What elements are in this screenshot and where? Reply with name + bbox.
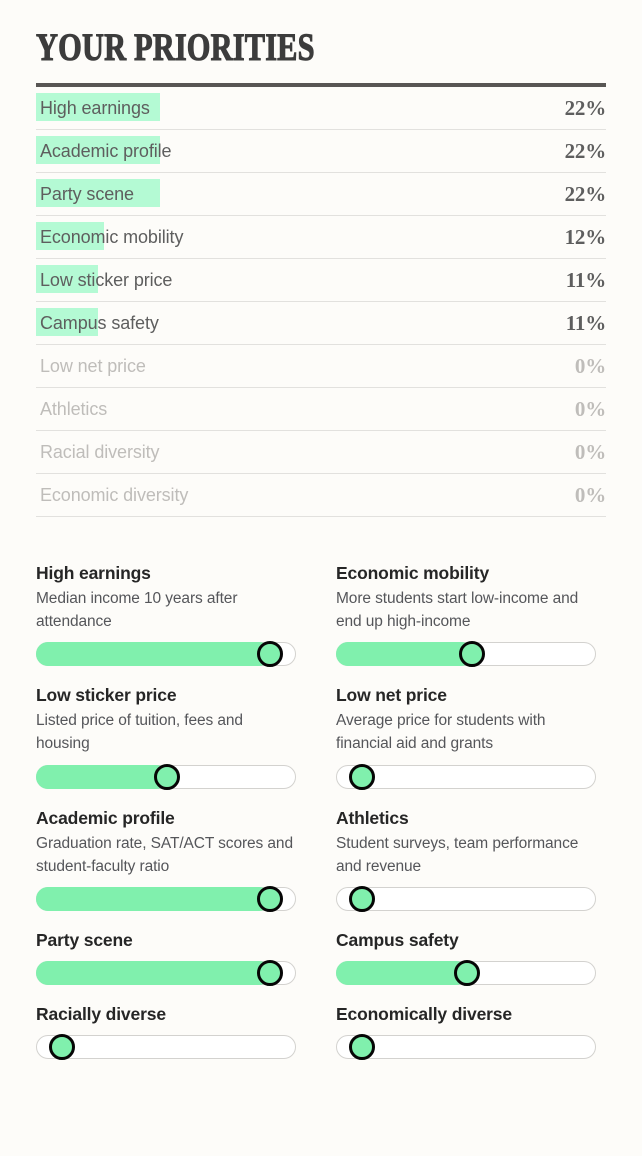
priority-slider[interactable] (336, 961, 596, 985)
priority-label: Racial diversity (36, 442, 159, 463)
priority-percent: 11% (566, 311, 606, 336)
slider-title: High earnings (36, 563, 296, 585)
priority-label: Economic mobility (36, 227, 183, 248)
table-row[interactable]: Academic profile 22% (36, 130, 606, 173)
slider-cell: Economic mobility More students start low… (336, 563, 596, 685)
slider-fill (336, 642, 473, 666)
slider-cell: Campus safety (336, 930, 596, 1004)
priority-percent: 0% (575, 397, 606, 422)
priority-slider[interactable] (336, 765, 596, 789)
table-row[interactable]: Campus safety 11% (36, 302, 606, 345)
slider-thumb[interactable] (257, 641, 283, 667)
slider-thumb[interactable] (349, 1034, 375, 1060)
slider-fill (336, 961, 468, 985)
table-row[interactable]: High earnings 22% (36, 87, 606, 130)
slider-thumb[interactable] (257, 960, 283, 986)
slider-cell: Academic profile Graduation rate, SAT/ACT… (36, 808, 296, 930)
slider-description: Listed price of tuition, fees and housin… (36, 710, 296, 756)
slider-thumb[interactable] (154, 764, 180, 790)
priority-label: Campus safety (36, 313, 159, 334)
priority-sliders-grid: High earnings Median income 10 years afte… (36, 563, 606, 1078)
table-row[interactable]: Party scene 22% (36, 173, 606, 216)
slider-title: Low sticker price (36, 685, 296, 707)
slider-title: Academic profile (36, 808, 296, 830)
slider-description: Student surveys, team performance and re… (336, 833, 596, 879)
priority-slider[interactable] (336, 1035, 596, 1059)
priority-percent: 0% (575, 354, 606, 379)
slider-thumb[interactable] (349, 764, 375, 790)
slider-cell: Athletics Student surveys, team performan… (336, 808, 596, 930)
slider-title: Party scene (36, 930, 296, 952)
priority-percent: 12% (565, 225, 606, 250)
priority-label: High earnings (36, 98, 150, 119)
table-row[interactable]: Economic diversity 0% (36, 474, 606, 517)
priority-percent: 0% (575, 483, 606, 508)
slider-fill (36, 642, 271, 666)
priority-slider[interactable] (36, 1035, 296, 1059)
table-row[interactable]: Economic mobility 12% (36, 216, 606, 259)
priority-slider[interactable] (336, 642, 596, 666)
slider-title: Campus safety (336, 930, 596, 952)
priority-label: Economic diversity (36, 485, 188, 506)
slider-description: More students start low-income and end u… (336, 588, 596, 634)
page-title: Your Priorities (36, 28, 481, 67)
table-row[interactable]: Racial diversity 0% (36, 431, 606, 474)
slider-cell: Party scene (36, 930, 296, 1004)
priority-label: Low sticker price (36, 270, 172, 291)
table-row[interactable]: Low net price 0% (36, 345, 606, 388)
table-row[interactable]: Athletics 0% (36, 388, 606, 431)
slider-cell: Economically diverse (336, 1004, 596, 1078)
title-section: Your Priorities (0, 0, 642, 67)
slider-cell: Racially diverse (36, 1004, 296, 1078)
priorities-ranking-list: High earnings22%Academic profile22%Party… (36, 87, 606, 517)
slider-thumb[interactable] (454, 960, 480, 986)
slider-fill (36, 765, 168, 789)
slider-fill (36, 961, 271, 985)
priority-label: Athletics (36, 399, 107, 420)
priority-percent: 22% (565, 182, 606, 207)
priority-percent: 11% (566, 268, 606, 293)
slider-title: Racially diverse (36, 1004, 296, 1026)
priority-percent: 22% (565, 96, 606, 121)
table-row[interactable]: Low sticker price 11% (36, 259, 606, 302)
priority-slider[interactable] (36, 961, 296, 985)
priority-slider[interactable] (336, 887, 596, 911)
slider-fill (36, 887, 271, 911)
priority-slider[interactable] (36, 642, 296, 666)
priority-label: Low net price (36, 356, 146, 377)
priority-label: Academic profile (36, 141, 171, 162)
slider-cell: High earnings Median income 10 years afte… (36, 563, 296, 685)
slider-title: Economic mobility (336, 563, 596, 585)
priority-label: Party scene (36, 184, 134, 205)
slider-title: Low net price (336, 685, 596, 707)
priority-percent: 0% (575, 440, 606, 465)
slider-cell: Low net price Average price for students … (336, 685, 596, 807)
priority-percent: 22% (565, 139, 606, 164)
priorities-page: Your Priorities High earnings22%Academic… (0, 0, 642, 1156)
priority-slider[interactable] (36, 765, 296, 789)
slider-description: Graduation rate, SAT/ACT scores and stud… (36, 833, 296, 879)
slider-thumb[interactable] (49, 1034, 75, 1060)
slider-thumb[interactable] (459, 641, 485, 667)
slider-thumb[interactable] (257, 886, 283, 912)
slider-cell: Low sticker price Listed price of tuition… (36, 685, 296, 807)
priority-slider[interactable] (36, 887, 296, 911)
slider-description: Median income 10 years after attendance (36, 588, 296, 634)
slider-title: Athletics (336, 808, 596, 830)
slider-thumb[interactable] (349, 886, 375, 912)
slider-description: Average price for students with financia… (336, 710, 596, 756)
slider-title: Economically diverse (336, 1004, 596, 1026)
